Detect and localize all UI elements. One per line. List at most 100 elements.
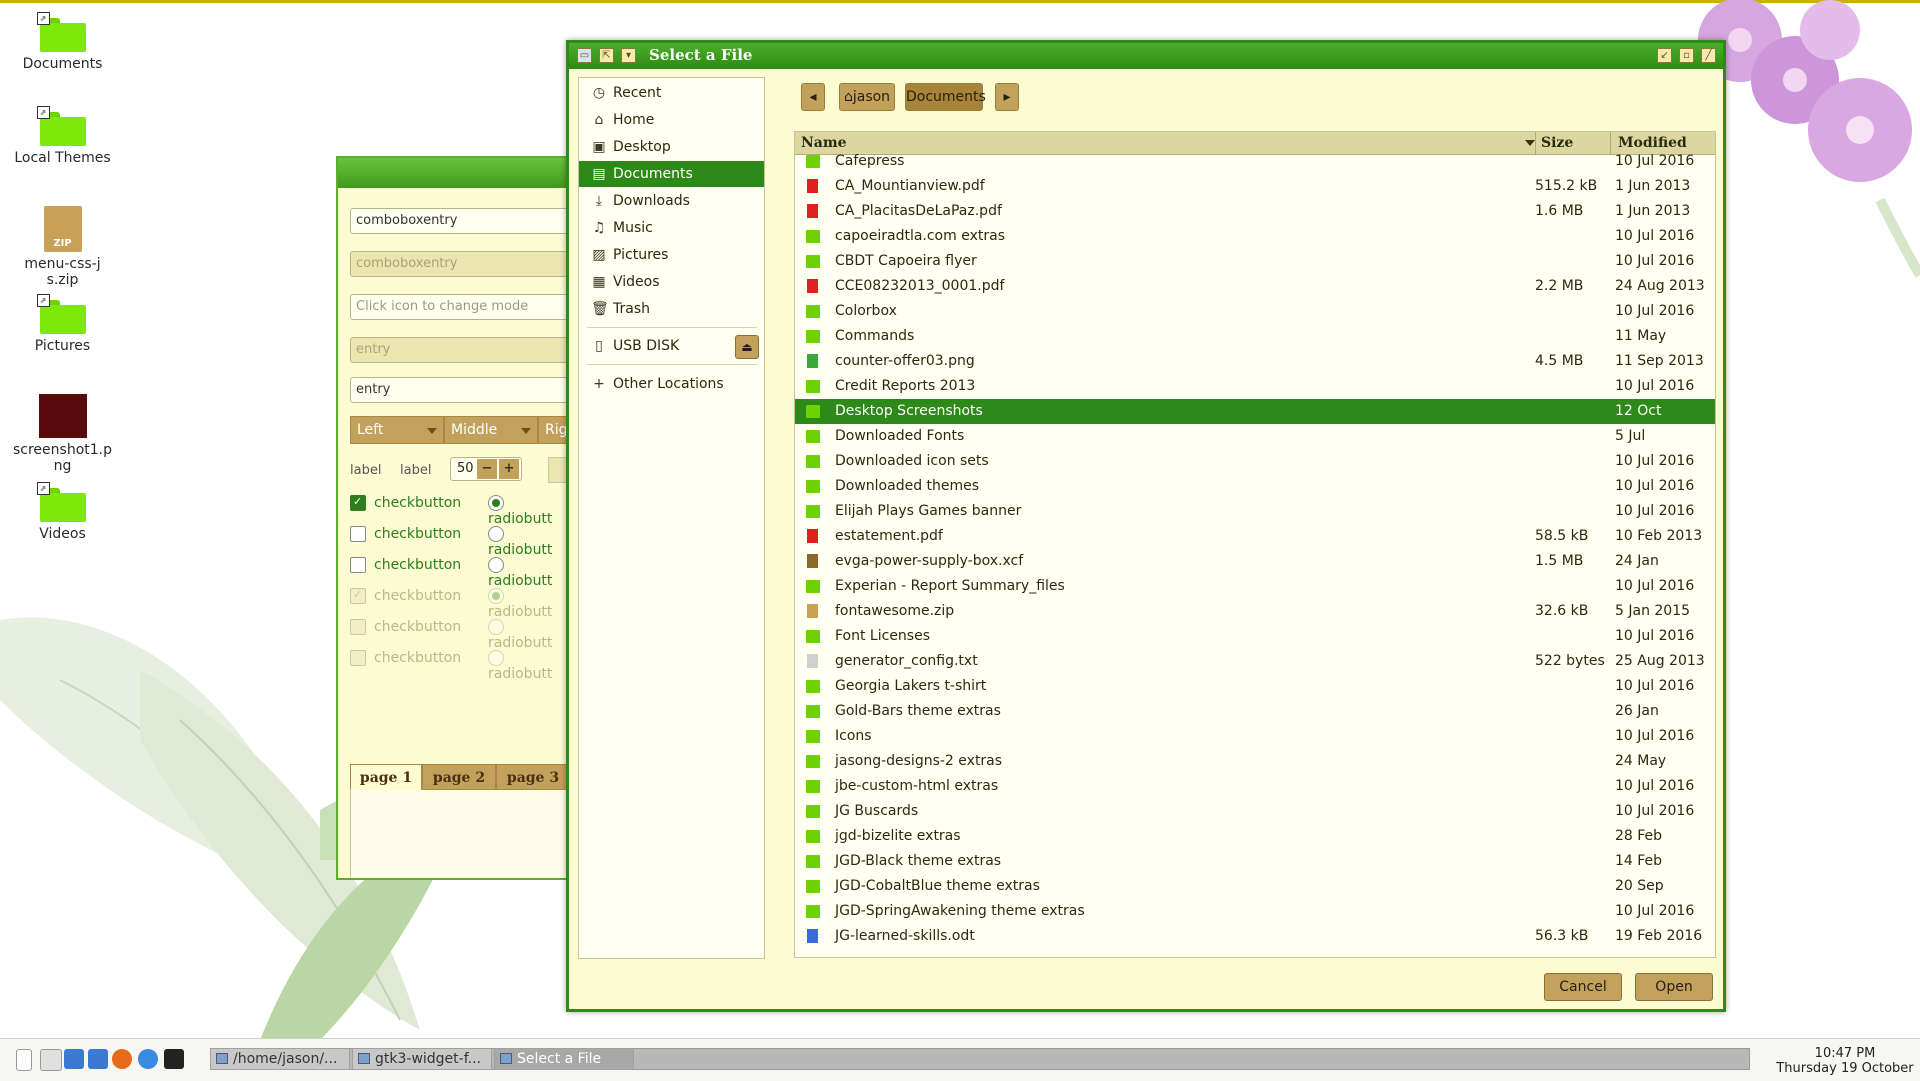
pin-icon[interactable]: ▾ bbox=[621, 48, 636, 63]
file-row[interactable]: fontawesome.zip 32.6 kB 5 Jan 2015 bbox=[795, 599, 1715, 624]
file-row[interactable]: evga-power-supply-box.xcf 1.5 MB 24 Jan bbox=[795, 549, 1715, 574]
file-row[interactable]: JGD-Black theme extras 14 Feb bbox=[795, 849, 1715, 874]
path-forward-button[interactable]: ▸ bbox=[995, 83, 1019, 111]
file-row[interactable]: Downloaded Fonts 5 Jul bbox=[795, 424, 1715, 449]
path-button-documents[interactable]: Documents bbox=[905, 83, 986, 111]
sidebar-item-usb-disk[interactable]: ▯ USB DISK ⏏ bbox=[579, 333, 764, 359]
file-modified: 1 Jun 2013 bbox=[1615, 203, 1691, 219]
path-back-button[interactable]: ◂ bbox=[801, 83, 825, 111]
file-row[interactable]: CCE08232013_0001.pdf 2.2 MB 24 Aug 2013 bbox=[795, 274, 1715, 299]
file-manager-icon[interactable] bbox=[64, 1049, 84, 1069]
spin-minus-button[interactable]: − bbox=[477, 459, 497, 479]
eject-icon[interactable]: ⏏ bbox=[735, 335, 759, 359]
folder-icon bbox=[806, 580, 820, 593]
shade-icon[interactable]: ⇱ bbox=[599, 48, 614, 63]
file-row[interactable]: jgd-bizelite extras 28 Feb bbox=[795, 824, 1715, 849]
sidebar-item-documents[interactable]: ▤ Documents bbox=[579, 161, 764, 187]
sidebar-item-videos[interactable]: ▦ Videos bbox=[579, 269, 764, 295]
radiobutton[interactable]: radiobutt bbox=[488, 526, 574, 558]
window-list-icon[interactable] bbox=[40, 1049, 62, 1071]
file-row[interactable]: Experian - Report Summary_files 10 Jul 20… bbox=[795, 574, 1715, 599]
terminal-icon[interactable] bbox=[164, 1049, 184, 1069]
checkbutton-checked[interactable]: checkbutton bbox=[350, 495, 461, 515]
file-row[interactable]: counter-offer03.png 4.5 MB 11 Sep 2013 bbox=[795, 349, 1715, 374]
checkbutton[interactable]: checkbutton bbox=[350, 526, 461, 546]
sidebar-item-other-locations[interactable]: + Other Locations bbox=[579, 371, 764, 397]
file-row[interactable]: Font Licenses 10 Jul 2016 bbox=[795, 624, 1715, 649]
radiobutton[interactable]: radiobutt bbox=[488, 557, 574, 589]
sidebar-item-downloads[interactable]: ⤓ Downloads bbox=[579, 188, 764, 214]
file-row[interactable]: Downloaded icon sets 10 Jul 2016 bbox=[795, 449, 1715, 474]
file-row[interactable]: CBDT Capoeira flyer 10 Jul 2016 bbox=[795, 249, 1715, 274]
file-row[interactable]: capoeiradtla.com extras 10 Jul 2016 bbox=[795, 224, 1715, 249]
desktop-icon-documents[interactable]: ⇗ Documents bbox=[10, 12, 115, 72]
file-row[interactable]: Elijah Plays Games banner 10 Jul 2016 bbox=[795, 499, 1715, 524]
combo-middle[interactable]: Middle bbox=[444, 416, 538, 444]
sidebar-item-desktop[interactable]: ▣ Desktop bbox=[579, 134, 764, 160]
tab-page-1[interactable]: page 1 bbox=[350, 764, 422, 790]
maximize-icon[interactable]: ▫ bbox=[1679, 48, 1694, 63]
cancel-button[interactable]: Cancel bbox=[1544, 973, 1622, 1001]
dialog-title: Select a File bbox=[649, 46, 753, 64]
file-row[interactable]: Downloaded themes 10 Jul 2016 bbox=[795, 474, 1715, 499]
column-header-modified[interactable]: Modified bbox=[1618, 135, 1687, 151]
column-header-name[interactable]: Name bbox=[801, 135, 847, 151]
file-row[interactable]: JG Buscards 10 Jul 2016 bbox=[795, 799, 1715, 824]
file-row[interactable]: Icons 10 Jul 2016 bbox=[795, 724, 1715, 749]
chromium-icon[interactable] bbox=[138, 1049, 158, 1069]
radiobutton-selected[interactable]: radiobutt bbox=[488, 495, 574, 527]
desktop-icon-pictures[interactable]: ⇗ Pictures bbox=[10, 294, 115, 354]
combo-left[interactable]: Left bbox=[350, 416, 444, 444]
file-row[interactable]: CA_PlacitasDeLaPaz.pdf 1.6 MB 1 Jun 2013 bbox=[795, 199, 1715, 224]
file-row[interactable]: JGD-CobaltBlue theme extras 20 Sep bbox=[795, 874, 1715, 899]
entry-field[interactable]: entry bbox=[350, 377, 574, 403]
show-desktop-icon[interactable] bbox=[16, 1049, 32, 1071]
sidebar-item-pictures[interactable]: ▨ Pictures bbox=[579, 242, 764, 268]
sidebar-item-music[interactable]: ♫ Music bbox=[579, 215, 764, 241]
widget-window-titlebar[interactable] bbox=[338, 158, 574, 188]
spin-plus-button[interactable]: + bbox=[499, 459, 519, 479]
desktop-icon-local-themes[interactable]: ⇗ Local Themes bbox=[10, 106, 115, 166]
file-row[interactable]: Credit Reports 2013 10 Jul 2016 bbox=[795, 374, 1715, 399]
file-row[interactable]: Colorbox 10 Jul 2016 bbox=[795, 299, 1715, 324]
tab-page-3[interactable]: page 3 bbox=[496, 764, 570, 790]
checkbutton[interactable]: checkbutton bbox=[350, 557, 461, 577]
column-header-size[interactable]: Size bbox=[1541, 135, 1573, 151]
close-icon[interactable]: ╱ bbox=[1701, 48, 1716, 63]
path-button-home[interactable]: ⌂jason bbox=[839, 83, 895, 111]
open-button[interactable]: Open bbox=[1635, 973, 1713, 1001]
sidebar-item-trash[interactable]: 🗑 Trash bbox=[579, 296, 764, 322]
file-row[interactable]: generator_config.txt 522 bytes 25 Aug 2013 bbox=[795, 649, 1715, 674]
home-folder-icon[interactable] bbox=[88, 1049, 108, 1069]
dialog-titlebar[interactable]: ▭ ⇱ ▾ Select a File ↙ ▫ ╱ bbox=[569, 43, 1723, 69]
sidebar-item-recent[interactable]: ◷ Recent bbox=[579, 80, 764, 106]
desktop-icon-screenshot1[interactable]: screenshot1.png bbox=[10, 394, 115, 474]
firefox-icon[interactable] bbox=[112, 1049, 132, 1069]
file-row[interactable]: jasong-designs-2 extras 24 May bbox=[795, 749, 1715, 774]
tab-page-2[interactable]: page 2 bbox=[422, 764, 496, 790]
file-row[interactable]: Commands 11 May bbox=[795, 324, 1715, 349]
task-widget-factory[interactable]: gtk3-widget-f... bbox=[352, 1048, 492, 1070]
checkbox-icon bbox=[350, 495, 366, 511]
icon-entry[interactable]: Click icon to change mode bbox=[350, 294, 574, 320]
spin-button[interactable]: 50 − + bbox=[450, 457, 522, 481]
sidebar-item-home[interactable]: ⌂ Home bbox=[579, 107, 764, 133]
combobox-entry[interactable]: comboboxentry bbox=[350, 208, 574, 234]
file-row[interactable]: Desktop Screenshots 12 Oct bbox=[795, 399, 1715, 424]
file-row[interactable]: JGD-SpringAwakening theme extras 10 Jul 2… bbox=[795, 899, 1715, 924]
desktop-icon-videos[interactable]: ⇗ Videos bbox=[10, 482, 115, 542]
clock[interactable]: 10:47 PM Thursday 19 October bbox=[1770, 1046, 1920, 1076]
file-row[interactable]: estatement.pdf 58.5 kB 10 Feb 2013 bbox=[795, 524, 1715, 549]
desktop-icon-menu-css-js-zip[interactable]: ZIP menu-css-js.zip bbox=[10, 206, 115, 288]
file-row[interactable]: Gold-Bars theme extras 26 Jan bbox=[795, 699, 1715, 724]
file-row[interactable]: CA_Mountianview.pdf 515.2 kB 1 Jun 2013 bbox=[795, 174, 1715, 199]
task-select-a-file[interactable]: Select a File bbox=[494, 1048, 634, 1070]
folder-icon bbox=[806, 405, 820, 418]
file-row[interactable]: jbe-custom-html extras 10 Jul 2016 bbox=[795, 774, 1715, 799]
task-file-manager[interactable]: /home/jason/... bbox=[210, 1048, 350, 1070]
file-row[interactable]: Georgia Lakers t-shirt 10 Jul 2016 bbox=[795, 674, 1715, 699]
file-row[interactable]: JG-learned-skills.odt 56.3 kB 19 Feb 2016 bbox=[795, 924, 1715, 949]
minimize-icon[interactable]: ↙ bbox=[1657, 48, 1672, 63]
window-menu-icon[interactable]: ▭ bbox=[577, 48, 592, 63]
file-row[interactable]: Cafepress 10 Jul 2016 bbox=[795, 154, 1715, 174]
